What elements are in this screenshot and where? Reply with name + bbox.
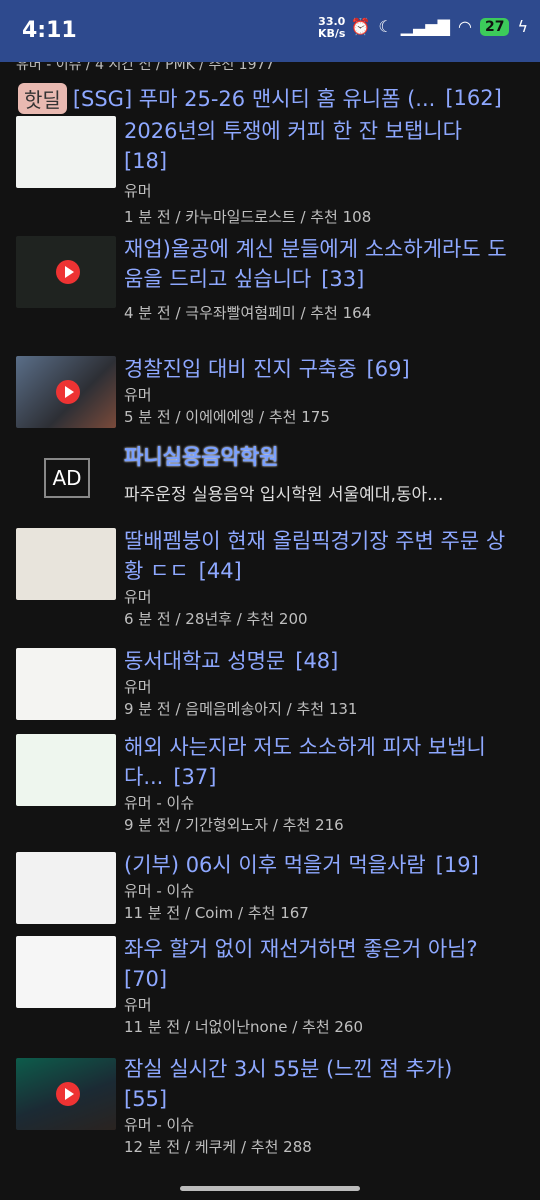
status-bar: 4:11 33.0 KB/s ⏰ ☾ ▁▃▅▇ ◠ 27 ϟ: [0, 0, 540, 62]
post-title: 경찰진입 대비 진지 구축중 [69]: [124, 357, 410, 381]
post-category: 유머: [124, 386, 152, 404]
hot-deal-row[interactable]: 핫딜 [SSG] 푸마 25-26 맨시티 홈 유니폼 (... [162]: [0, 80, 540, 116]
post-category: 유머: [124, 182, 152, 200]
comment-count: [18]: [124, 149, 168, 173]
post-thumbnail: [16, 236, 116, 308]
battery-icon: 27: [479, 17, 510, 36]
list-item[interactable]: 좌우 할거 없이 재선거하면 좋은거 아님? [70] 유머 11 분 전 / 너…: [0, 934, 540, 1049]
previous-post-meta: 유머 - 이슈 / 4 시간 전 / PMK / 추천 1977: [16, 62, 275, 73]
home-indicator[interactable]: [180, 1186, 360, 1191]
network-speed: 33.0 KB/s: [318, 16, 345, 40]
post-title: 잠실 실시간 3시 55분 (느낀 점 추가) [55]: [124, 1057, 453, 1111]
list-item[interactable]: (기부) 06시 이후 먹을거 먹을사람 [19] 유머 - 이슈 11 분 전 …: [0, 850, 540, 930]
post-meta: 1 분 전 / 카누마일드로스트 / 추천 108: [124, 208, 372, 226]
post-title: 해외 사는지라 저도 소소하게 피자 보냅니다... [37]: [124, 735, 486, 789]
ad-description: 파주운정 실용음악 입시학원 서울예대,동아...: [124, 485, 444, 505]
ad-title: 파니실용음악학원: [124, 445, 279, 469]
post-category: 유머: [124, 588, 152, 606]
charging-icon: ϟ: [517, 17, 528, 36]
post-meta: 9 분 전 / 기간형외노자 / 추천 216: [124, 816, 344, 834]
post-title: 좌우 할거 없이 재선거하면 좋은거 아님? [70]: [124, 937, 478, 991]
speed-unit: KB/s: [318, 27, 346, 40]
alarm-icon: ⏰: [350, 17, 371, 36]
post-meta: 5 분 전 / 이에에에엥 / 추천 175: [124, 408, 330, 426]
list-item[interactable]: 동서대학교 성명문 [48] 유머 9 분 전 / 음메음메송아지 / 추천 13…: [0, 646, 540, 726]
post-title: 딸배펨붕이 현재 올림픽경기장 주변 주문 상황 ㄷㄷ [44]: [124, 529, 506, 583]
moon-icon: ☾: [378, 17, 393, 36]
post-thumbnail: [16, 528, 116, 600]
comment-count: [70]: [124, 967, 168, 991]
post-category: 유머 - 이슈: [124, 1116, 195, 1134]
post-category: 유머: [124, 678, 152, 696]
comment-count: [33]: [321, 267, 365, 291]
post-thumbnail: [16, 1058, 116, 1130]
post-title: (기부) 06시 이후 먹을거 먹을사람 [19]: [124, 853, 479, 877]
post-category: 유머: [124, 996, 152, 1014]
post-thumbnail: [16, 936, 116, 1008]
play-icon: [56, 260, 80, 284]
comment-count: [48]: [295, 649, 339, 673]
post-title: 동서대학교 성명문 [48]: [124, 649, 339, 673]
post-title: 재업)올공에 계신 분들에게 소소하게라도 도움을 드리고 싶습니다 [33]: [124, 237, 507, 291]
list-item[interactable]: 딸배펨붕이 현재 올림픽경기장 주변 주문 상황 ㄷㄷ [44] 유머 6 분 전…: [0, 526, 540, 641]
post-thumbnail: [16, 852, 116, 924]
clock: 4:11: [22, 18, 77, 43]
post-meta: 4 분 전 / 극우좌빨여혐페미 / 추천 164: [124, 304, 372, 322]
list-item[interactable]: 재업)올공에 계신 분들에게 소소하게라도 도움을 드리고 싶습니다 [33] 4…: [0, 234, 540, 349]
comment-count: [55]: [124, 1087, 168, 1111]
signal-icon: ▁▃▅▇: [400, 17, 450, 36]
post-meta: 11 분 전 / 너없이난none / 추천 260: [124, 1018, 364, 1036]
comment-count: [44]: [198, 559, 242, 583]
post-thumbnail: [16, 356, 116, 428]
post-thumbnail: [16, 734, 116, 806]
post-title: 2026년의 투쟁에 커피 한 잔 보탭니다 [18]: [124, 119, 462, 173]
comment-count: [69]: [366, 357, 410, 381]
post-list: 유머 - 이슈 / 4 시간 전 / PMK / 추천 1977 핫딜 [SSG…: [0, 62, 540, 116]
ad-label: AD: [44, 458, 90, 498]
post-category: 유머 - 이슈: [124, 794, 195, 812]
post-meta: 6 분 전 / 28년후 / 추천 200: [124, 610, 308, 628]
post-meta: 유머 - 이슈 11 분 전 / Coim / 추천 167: [124, 882, 309, 922]
list-item[interactable]: 경찰진입 대비 진지 구축중 [69] 유머 5 분 전 / 이에에에엥 / 추천…: [0, 354, 540, 434]
post-meta: 12 분 전 / 케쿠케 / 추천 288: [124, 1138, 312, 1156]
post-thumbnail: [16, 648, 116, 720]
post-thumbnail: [16, 116, 116, 188]
wifi-icon: ◠: [457, 17, 472, 36]
comment-count: [19]: [435, 853, 479, 877]
list-item[interactable]: 2026년의 투쟁에 커피 한 잔 보탭니다 [18] 유머 1 분 전 / 카누…: [0, 116, 540, 231]
post-meta: 9 분 전 / 음메음메송아지 / 추천 131: [124, 700, 358, 718]
play-icon: [56, 380, 80, 404]
status-icons: ⏰ ☾ ▁▃▅▇ ◠ 27 ϟ: [351, 17, 529, 36]
list-item[interactable]: 잠실 실시간 3시 55분 (느낀 점 추가) [55] 유머 - 이슈 12 분…: [0, 1054, 540, 1169]
ad-item[interactable]: AD 파니실용음악학원 파주운정 실용음악 입시학원 서울예대,동아...: [0, 442, 540, 520]
hot-deal-badge: 핫딜: [18, 82, 67, 114]
hot-deal-title: [SSG] 푸마 25-26 맨시티 홈 유니폼 (...: [72, 87, 436, 111]
play-icon: [56, 1082, 80, 1106]
comment-count: [37]: [173, 765, 217, 789]
list-item[interactable]: 해외 사는지라 저도 소소하게 피자 보냅니다... [37] 유머 - 이슈 9…: [0, 732, 540, 847]
hot-deal-count: [162]: [445, 86, 502, 110]
